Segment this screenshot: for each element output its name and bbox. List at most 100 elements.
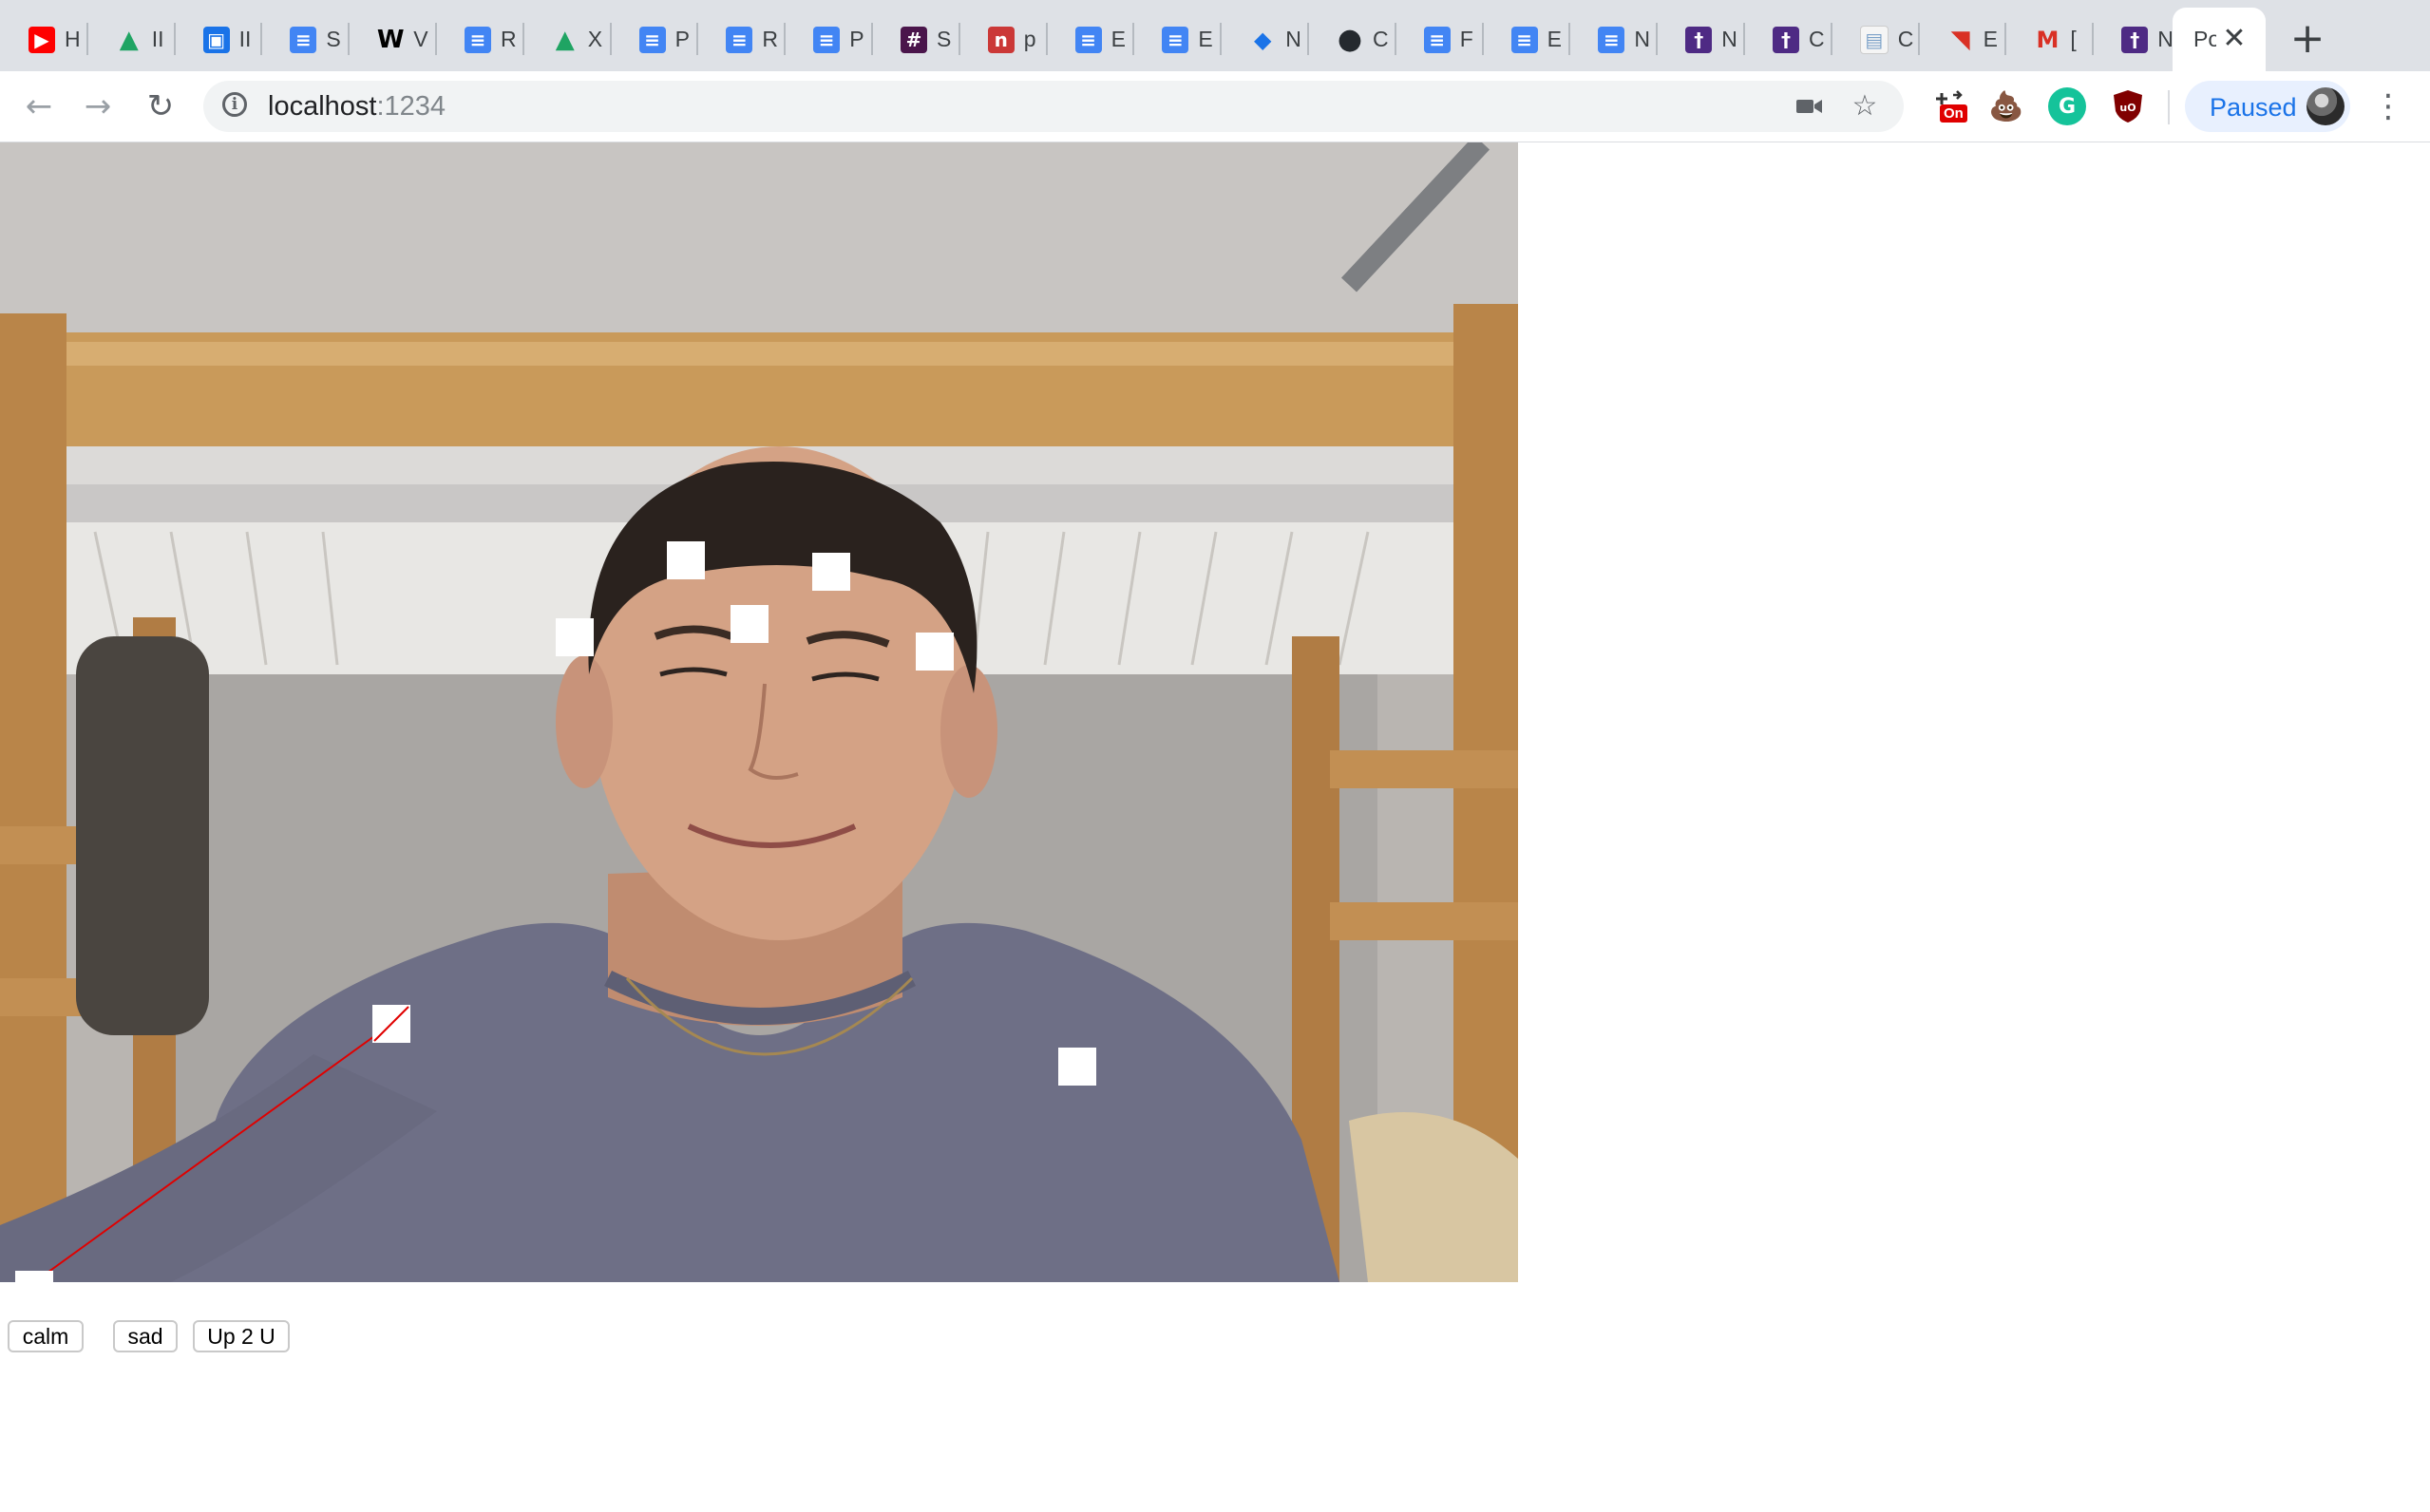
svg-text:uO: uO bbox=[2119, 102, 2136, 114]
tab-title: E bbox=[1198, 27, 1213, 51]
gmail-icon: M bbox=[2036, 26, 2060, 53]
extension-badge: On bbox=[1940, 104, 1967, 123]
tab-title: H bbox=[65, 27, 81, 51]
keypoint-left-elbow bbox=[15, 1271, 53, 1282]
reload-button[interactable]: ↻ bbox=[139, 85, 182, 128]
up-2-u-button[interactable]: Up 2 U bbox=[193, 1320, 290, 1352]
tab-title: N bbox=[1634, 27, 1651, 51]
npm-icon: n bbox=[987, 26, 1015, 53]
browser-tab[interactable]: ≡ P bbox=[785, 8, 872, 71]
tab-title: [ bbox=[2070, 27, 2077, 51]
browser-tab[interactable]: ◆ N bbox=[1221, 8, 1308, 71]
browser-tab[interactable]: ≡ R bbox=[436, 8, 523, 71]
poop-extension-icon[interactable]: 💩 bbox=[1987, 87, 2025, 125]
profile-button[interactable]: Paused bbox=[2185, 81, 2350, 132]
back-button[interactable]: ← bbox=[17, 85, 61, 128]
browser-tab[interactable]: ▲ X bbox=[523, 8, 611, 71]
google-docs-icon: ≡ bbox=[813, 26, 841, 53]
browser-tab[interactable]: ▶ H bbox=[0, 8, 87, 71]
extension-on-icon[interactable]: On bbox=[1932, 87, 1970, 125]
camera-icon[interactable] bbox=[1794, 90, 1826, 123]
tab-title: F bbox=[1459, 27, 1473, 51]
grammarly-icon[interactable]: G bbox=[2048, 87, 2086, 125]
tab-title: P bbox=[849, 27, 864, 51]
sad-button[interactable]: sad bbox=[113, 1320, 178, 1352]
bookmark-red-icon: ◥ bbox=[1950, 25, 1970, 54]
calm-button[interactable]: calm bbox=[8, 1320, 84, 1352]
browser-tab[interactable]: † N bbox=[1657, 8, 1744, 71]
keypoint-left-ear bbox=[556, 618, 594, 656]
browser-tab[interactable]: † C bbox=[1744, 8, 1832, 71]
ublock-icon[interactable]: uO bbox=[2109, 87, 2147, 125]
keypoint-left-eye bbox=[667, 541, 705, 579]
tab-title: X bbox=[587, 27, 603, 51]
tab-title: C bbox=[1373, 27, 1389, 51]
browser-tab[interactable]: ▣ II bbox=[175, 8, 262, 71]
browser-tab[interactable]: † N bbox=[2093, 8, 2180, 71]
tab-title: E bbox=[1111, 27, 1126, 51]
browser-tab[interactable]: ≡ N bbox=[1569, 8, 1657, 71]
university-icon: † bbox=[1773, 26, 1799, 53]
tab-title: N bbox=[1721, 27, 1737, 51]
tab-title: C bbox=[1897, 27, 1914, 51]
browser-tab[interactable]: np bbox=[959, 8, 1047, 71]
toolbar-divider bbox=[2168, 90, 2170, 124]
slack-icon: # bbox=[901, 26, 927, 53]
tab-title: N bbox=[1285, 27, 1301, 51]
university-icon: † bbox=[2121, 26, 2149, 53]
browser-tab[interactable]: ≡ E bbox=[1047, 8, 1134, 71]
browser-tab[interactable]: ≡ E bbox=[1483, 8, 1570, 71]
google-docs-icon: ≡ bbox=[1423, 26, 1451, 53]
browser-tab[interactable]: ● C bbox=[1308, 8, 1395, 71]
tab-title: S bbox=[326, 27, 341, 51]
tab-title: R bbox=[501, 27, 517, 51]
tab-title: S bbox=[937, 27, 952, 51]
university-icon: † bbox=[1685, 26, 1713, 53]
google-docs-icon: ≡ bbox=[290, 26, 317, 53]
browser-tab[interactable]: # S bbox=[872, 8, 959, 71]
address-bar[interactable]: i localhost:1234 ☆ bbox=[203, 81, 1904, 132]
keypoint-right-shoulder bbox=[1058, 1048, 1096, 1086]
tab-title: II bbox=[151, 27, 164, 51]
browser-tab[interactable]: ≡ E bbox=[1133, 8, 1221, 71]
tab-title: V bbox=[413, 27, 428, 51]
site-info-icon[interactable]: i bbox=[222, 92, 247, 117]
browser-tab[interactable]: ≡ P bbox=[611, 8, 698, 71]
google-docs-icon: ≡ bbox=[1598, 26, 1625, 53]
google-docs-icon: ≡ bbox=[1162, 26, 1189, 53]
browser-menu-icon[interactable]: ⋮ bbox=[2369, 85, 2407, 128]
browser-tab[interactable]: WV bbox=[349, 8, 436, 71]
bookmark-star-icon[interactable]: ☆ bbox=[1849, 90, 1881, 123]
stack-icon: ◆ bbox=[1253, 26, 1272, 53]
browser-tab[interactable]: ▤ C bbox=[1832, 8, 1919, 71]
tab-strip: + ▶ H ▲ II ▣ II ≡ S W V ≡ R ▲ X ≡ P ≡ R ≡ P # Sn p ≡ E ≡ E ◆ N ● C ≡ F ≡ E… bbox=[0, 0, 2430, 71]
keypoint-right-ear bbox=[916, 633, 954, 671]
google-drive-icon: ▲ bbox=[119, 25, 139, 54]
browser-tab[interactable]: Po ✕ bbox=[2173, 8, 2266, 71]
browser-tab[interactable]: M[ bbox=[2005, 8, 2093, 71]
tab-title: C bbox=[1809, 27, 1825, 51]
browser-tab[interactable]: ≡ F bbox=[1395, 8, 1483, 71]
youtube-icon: ▶ bbox=[28, 26, 55, 53]
google-docs-icon: ≡ bbox=[465, 26, 491, 53]
tab-title: II bbox=[238, 27, 252, 51]
tab-title: E bbox=[1547, 27, 1562, 51]
forward-button[interactable]: → bbox=[76, 85, 120, 128]
url-text[interactable]: localhost:1234 bbox=[268, 91, 446, 123]
webcam-video-feed bbox=[0, 142, 1518, 1282]
new-tab-button[interactable]: + bbox=[2284, 15, 2331, 63]
browser-tab[interactable]: ▲ II bbox=[87, 8, 175, 71]
google-docs-icon: ≡ bbox=[726, 26, 753, 53]
browser-tab[interactable]: ◥ E bbox=[1919, 8, 2006, 71]
url-host: localhost bbox=[268, 91, 377, 122]
profile-status-label: Paused bbox=[2210, 93, 2297, 122]
keypoint-nose bbox=[731, 605, 769, 643]
browser-tab[interactable]: ≡ R bbox=[697, 8, 785, 71]
tab-title: E bbox=[1983, 27, 1998, 51]
tab-close-icon[interactable]: ✕ bbox=[2220, 25, 2249, 53]
url-port: :1234 bbox=[376, 91, 446, 122]
google-docs-icon: ≡ bbox=[638, 26, 666, 53]
tab-title: R bbox=[762, 27, 779, 51]
keypoint-right-eye bbox=[812, 553, 850, 591]
browser-tab[interactable]: ≡ S bbox=[261, 8, 349, 71]
